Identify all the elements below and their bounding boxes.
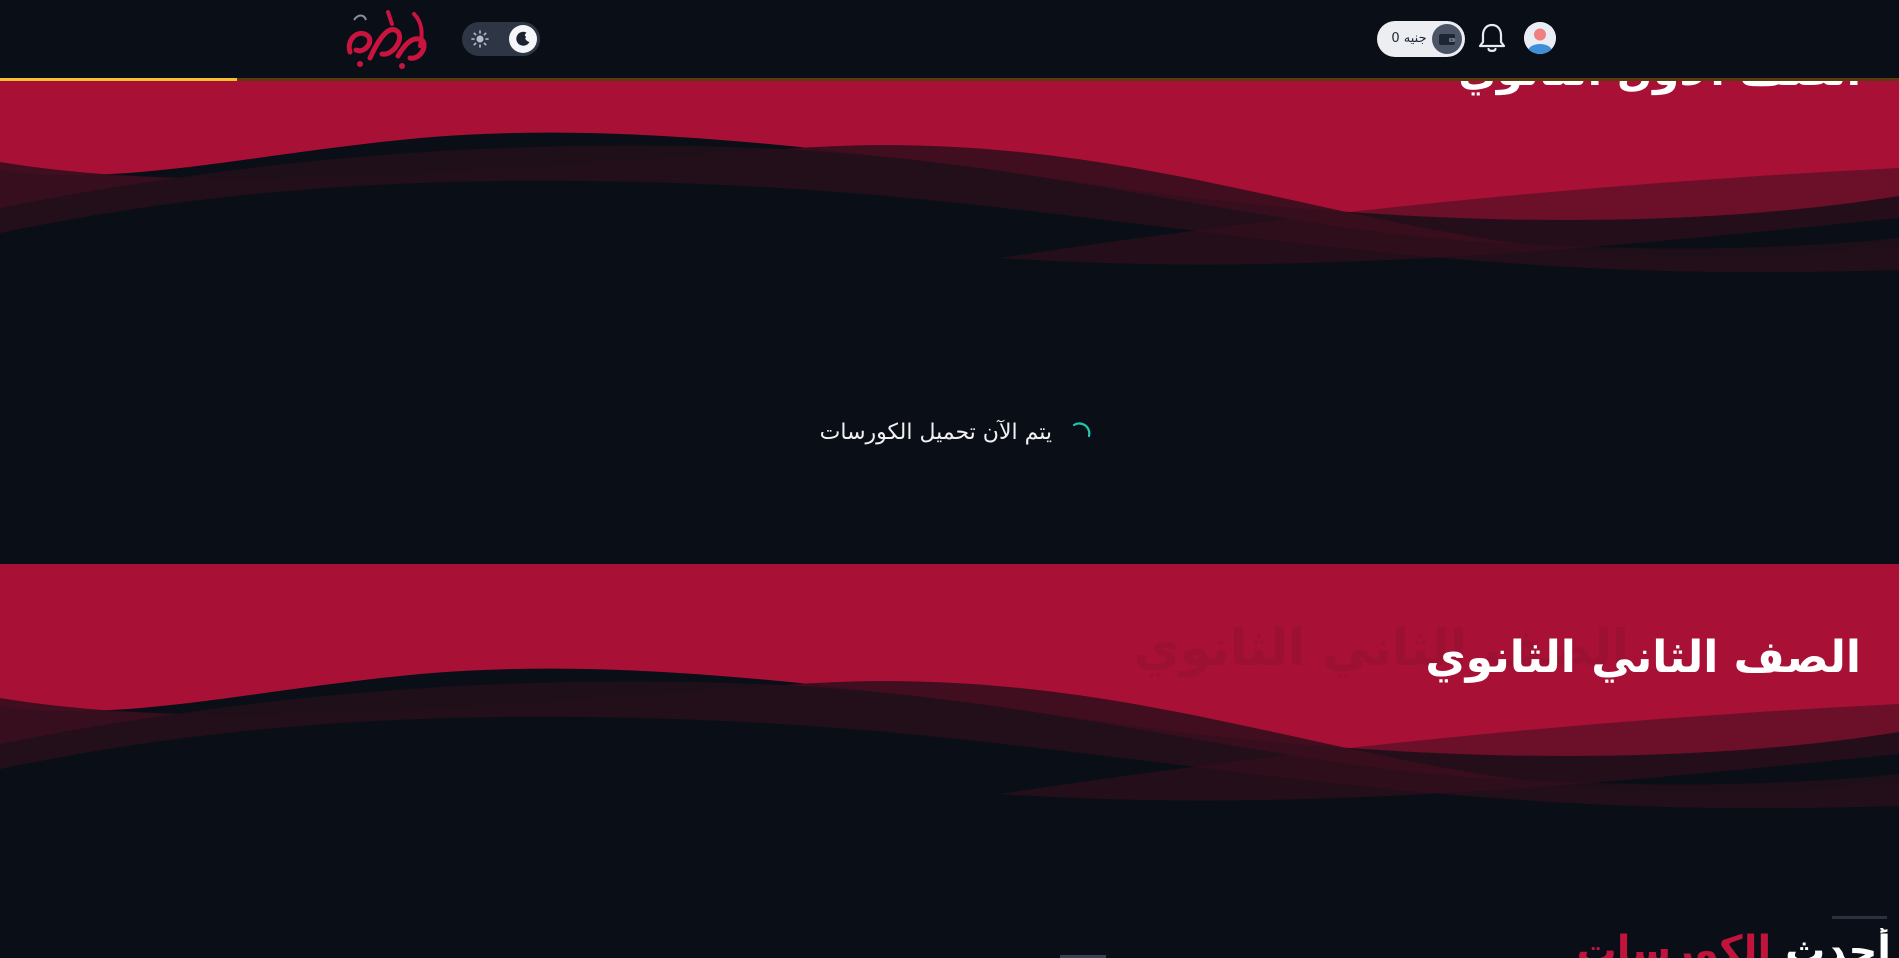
second-grade-title: الصف الثاني الثانوي [1425,632,1861,683]
site-logo[interactable] [340,6,436,72]
logo-calligraphy-icon [346,10,427,69]
wave-background [0,78,1899,298]
wave-background [0,564,1899,904]
moon-icon [516,31,530,46]
loading-spinner-icon [1072,422,1091,438]
courses-loading: يتم الآن تحميل الكورسات [800,418,1100,454]
top-navbar: 0 جنيه [0,0,1899,78]
second-grade-banner: الصف الثاني الثانوي الصف الثاني الثانوي [0,564,1899,904]
theme-toggle-knob [509,25,537,53]
divider-line [1832,916,1887,919]
latest-courses-title-word: أحدث [1785,928,1891,958]
wallet-balance[interactable]: 0 جنيه [1377,21,1465,57]
wallet-amount: 0 جنيه [1391,31,1427,46]
first-grade-banner: الصف الأول الثانوي [0,78,1899,298]
latest-courses-title-highlight: الكورسات [1576,928,1772,958]
loading-text: يتم الآن تحميل الكورسات [819,420,1052,445]
sun-icon [471,30,489,48]
page-progress-bar [0,78,1899,81]
bell-icon[interactable] [1478,22,1506,54]
page-progress-fill [0,78,238,81]
wallet-icon [1432,24,1462,54]
theme-toggle[interactable] [462,22,540,56]
latest-courses-title: أحدث الكورسات [1577,928,1891,958]
user-avatar-icon[interactable] [1524,22,1556,54]
